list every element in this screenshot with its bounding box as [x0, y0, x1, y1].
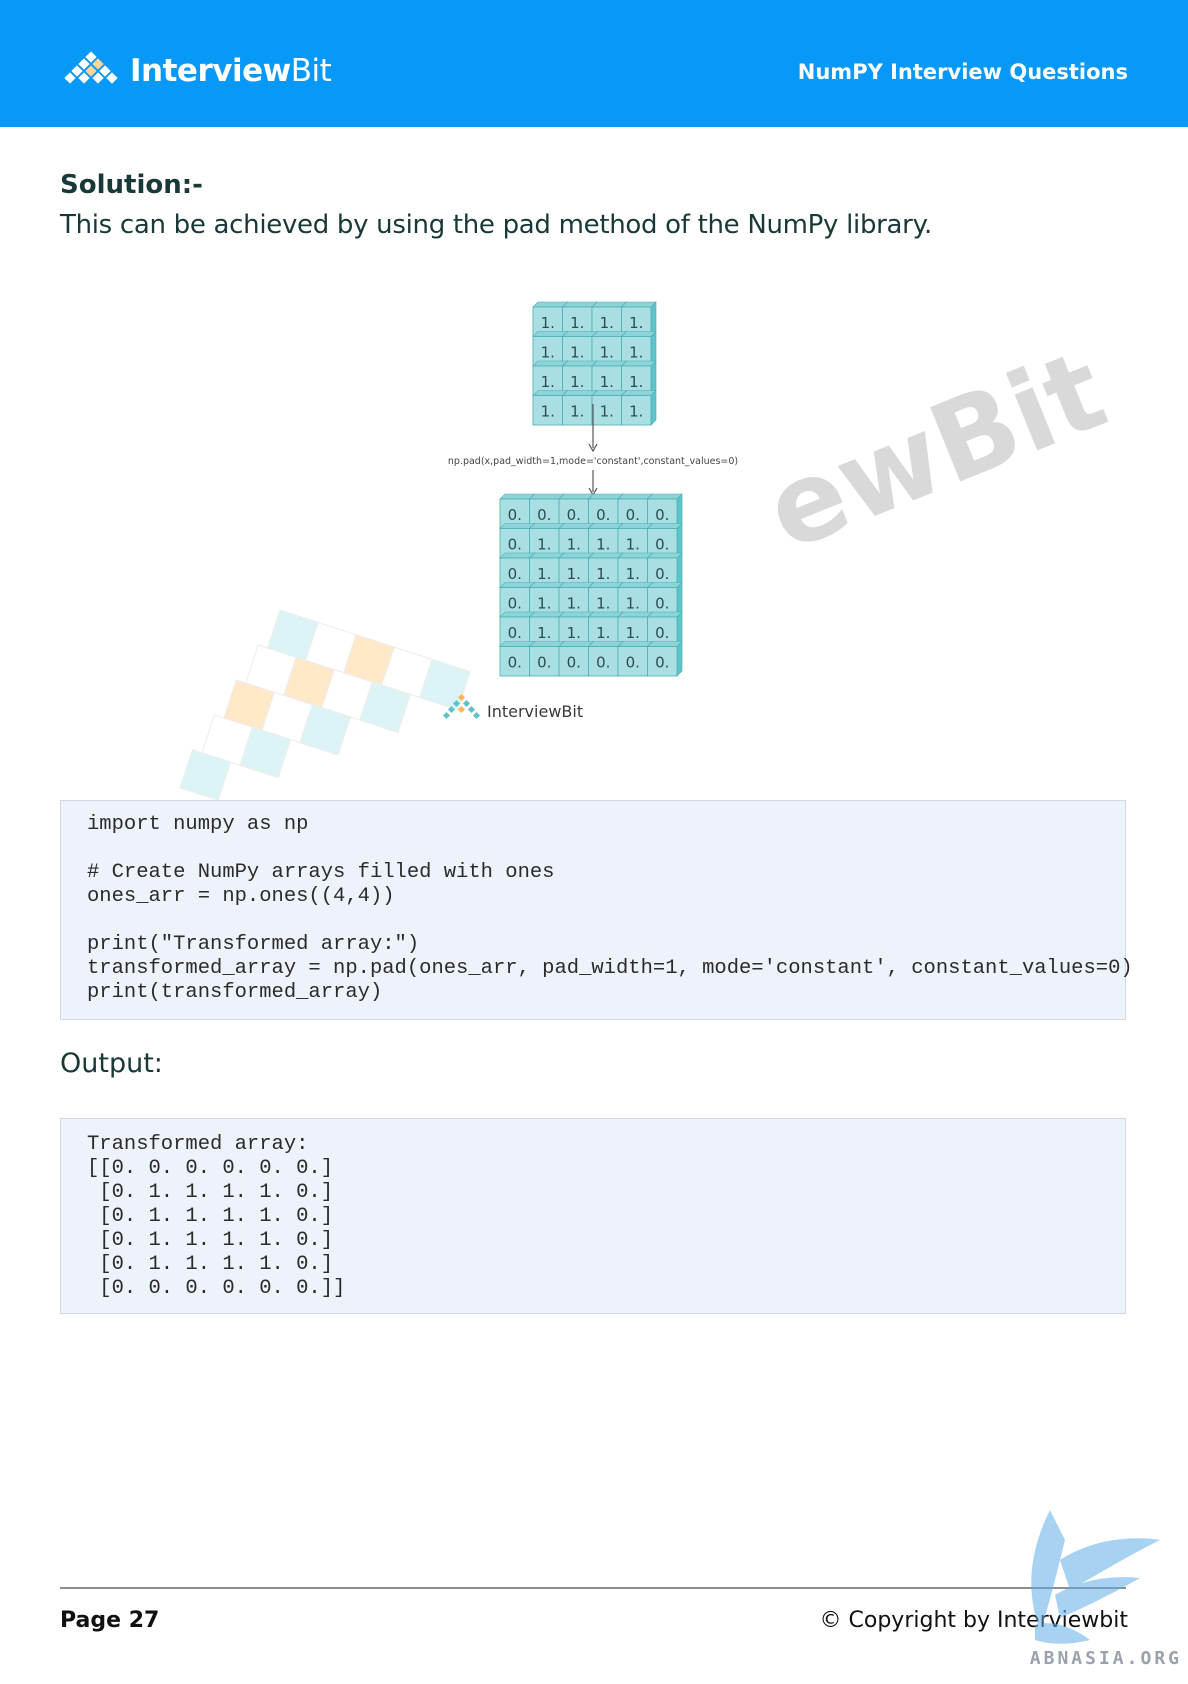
interviewbit-logo[interactable]: InterviewBit: [60, 46, 332, 96]
array-cell-value: 0.: [655, 535, 669, 553]
logo-text: InterviewBit: [130, 53, 332, 89]
figure-logo: InterviewBit: [442, 693, 583, 721]
array-cell-value: 1.: [626, 624, 640, 642]
array-cell-value: 0.: [508, 535, 522, 553]
array-cell-value: 0.: [537, 653, 551, 671]
array-cell-value: 1.: [629, 402, 643, 420]
array-cell-value: 0.: [655, 624, 669, 642]
array-cell-value: 0.: [655, 653, 669, 671]
array-cell-value: 1.: [626, 594, 640, 612]
array-cell-value: 1.: [596, 535, 610, 553]
array-cell-value: 1.: [600, 373, 614, 391]
footer-divider: [60, 1587, 1126, 1589]
array-cell-value: 1.: [600, 402, 614, 420]
input-array-grid: 1. 1. 1. 1. 1. 1. 1. 1. 1. 1. 1. 1. 1. 1. 1. 1.: [532, 301, 657, 426]
array-cell-value: 1.: [626, 535, 640, 553]
array-cell-value: 1.: [541, 402, 555, 420]
array-cell-value: 1.: [537, 535, 551, 553]
array-cell-value: 1.: [541, 314, 555, 332]
array-cell-value: 1.: [567, 624, 581, 642]
array-cell-value: 0.: [508, 506, 522, 524]
array-cell-value: 1.: [596, 624, 610, 642]
solution-heading: Solution:-: [60, 170, 203, 200]
solution-text: This can be achieved by using the pad me…: [60, 210, 932, 240]
watermark-tiles: [179, 609, 471, 800]
output-line: [0. 1. 1. 1. 1. 0.]: [87, 1181, 334, 1204]
array-cell-value: 1.: [596, 594, 610, 612]
code-line: print("Transformed array:"): [87, 933, 420, 956]
array-cell-value: 0.: [508, 624, 522, 642]
array-cell: 0.: [646, 640, 683, 677]
array-cell-value: 1.: [629, 373, 643, 391]
code-line: # Create NumPy arrays filled with ones: [87, 861, 555, 884]
logo-diamonds-icon: [64, 51, 118, 84]
code-line: print(transformed_array): [87, 981, 383, 1004]
array-cell-value: 1.: [626, 565, 640, 583]
array-cell-value: 0.: [655, 565, 669, 583]
array-cell-value: 1.: [570, 343, 584, 361]
array-cell-value: 1.: [600, 343, 614, 361]
code-block: import numpy as np # Create NumPy arrays …: [60, 800, 1133, 1020]
array-cell-value: 1.: [541, 343, 555, 361]
pad-illustration: ewBit 1. 1. 1. 1. 1. 1. 1. 1. 1. 1. 1. 1. 1. 1. 1. 1. n…: [179, 301, 1122, 800]
array-cell-value: 0.: [655, 506, 669, 524]
array-cell-value: 1.: [567, 535, 581, 553]
output-line: [[0. 0. 0. 0. 0. 0.]: [87, 1157, 334, 1180]
array-cell-value: 1.: [629, 343, 643, 361]
array-cell-value: 1.: [537, 565, 551, 583]
array-cell-value: 1.: [570, 314, 584, 332]
code-line: import numpy as np: [87, 813, 309, 836]
array-cell-value: 1.: [567, 565, 581, 583]
array-cell-value: 0.: [508, 594, 522, 612]
array-cell-value: 1.: [596, 565, 610, 583]
array-cell-value: 0.: [508, 565, 522, 583]
operation-label: np.pad(x,pad_width=1,mode='constant',con…: [448, 456, 738, 467]
array-cell: 1.: [620, 389, 657, 426]
watermark-text: ewBit: [749, 325, 1122, 575]
output-line: Transformed array:: [87, 1133, 309, 1156]
output-line: [0. 1. 1. 1. 1. 0.]: [87, 1205, 334, 1228]
array-cell-value: 0.: [508, 653, 522, 671]
corner-watermark-text: ABNASIA.ORG: [1029, 1648, 1182, 1669]
array-cell-value: 0.: [655, 594, 669, 612]
array-cell-value: 1.: [629, 314, 643, 332]
figure-logo-text: InterviewBit: [487, 702, 583, 721]
array-cell-value: 0.: [626, 653, 640, 671]
array-cell-value: 1.: [570, 373, 584, 391]
output-line: [0. 1. 1. 1. 1. 0.]: [87, 1229, 334, 1252]
array-cell-value: 1.: [567, 594, 581, 612]
output-block: Transformed array: [[0. 0. 0. 0. 0. 0.] […: [60, 1118, 1126, 1314]
array-cell-value: 1.: [537, 624, 551, 642]
array-cell-value: 0.: [567, 506, 581, 524]
code-line: ones_arr = np.ones((4,4)): [87, 885, 395, 908]
code-line: transformed_array = np.pad(ones_arr, pad…: [87, 957, 1133, 980]
page-number: Page 27: [60, 1608, 160, 1633]
array-cell-value: 1.: [541, 373, 555, 391]
array-cell-value: 0.: [537, 506, 551, 524]
output-array-grid: 0. 0. 0. 0. 0. 0. 0. 1. 1. 1. 1. 0. 0. 1. 1. 1. 1. 0. 0. 1.…: [499, 493, 683, 677]
array-cell-value: 1.: [600, 314, 614, 332]
array-cell-value: 1.: [537, 594, 551, 612]
array-cell-value: 0.: [596, 653, 610, 671]
array-cell-value: 0.: [567, 653, 581, 671]
output-heading: Output:: [60, 1048, 163, 1079]
document-title: NumPY Interview Questions: [797, 60, 1128, 84]
output-line: [0. 0. 0. 0. 0. 0.]]: [87, 1277, 346, 1300]
output-line: [0. 1. 1. 1. 1. 0.]: [87, 1253, 334, 1276]
page-header: InterviewBit NumPY Interview Questions: [0, 0, 1188, 127]
array-cell-value: 1.: [570, 402, 584, 420]
array-cell-value: 0.: [626, 506, 640, 524]
array-cell-value: 0.: [596, 506, 610, 524]
